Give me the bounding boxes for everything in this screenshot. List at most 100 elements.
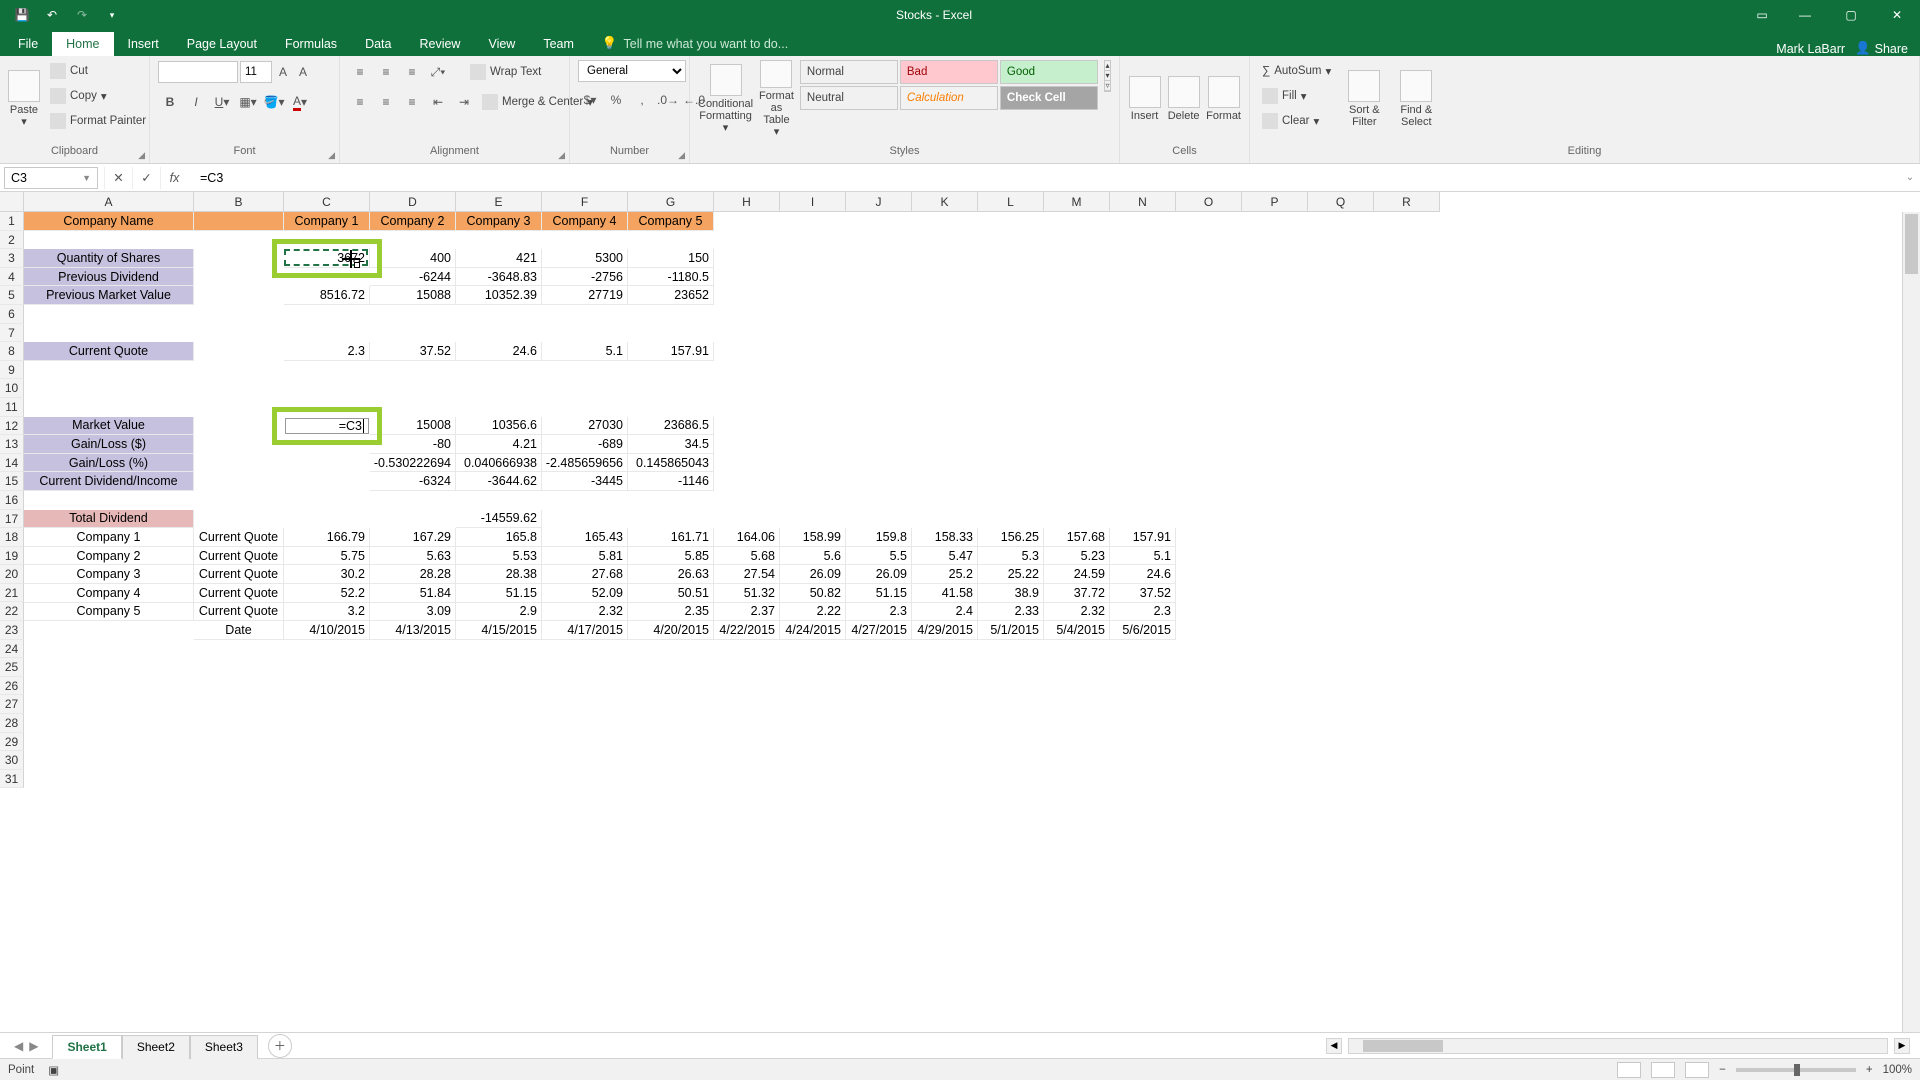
new-sheet-button[interactable]: ＋ [268,1034,292,1058]
cell-E5[interactable]: 10352.39 [456,286,542,305]
cell-D8[interactable]: 37.52 [370,342,456,361]
cell-E4[interactable]: -3648.83 [456,268,542,287]
style-neutral[interactable]: Neutral [800,86,898,110]
cell-E8[interactable]: 24.6 [456,342,542,361]
cell-H21[interactable]: 51.32 [714,584,780,603]
name-box[interactable]: C3▼ [4,167,98,189]
cell-G14[interactable]: 0.145865043 [628,454,714,473]
font-name-combo[interactable] [158,61,238,83]
cell-D13[interactable]: -80 [370,435,456,454]
style-good[interactable]: Good [1000,60,1098,84]
comma-icon[interactable]: , [630,89,654,111]
cell-A22[interactable]: Company 5 [24,603,194,622]
align-left-icon[interactable]: ≡ [348,91,372,113]
bold-button[interactable]: B [158,91,182,113]
sort-filter-button[interactable]: Sort & Filter [1341,60,1387,138]
cell-G23[interactable]: 4/20/2015 [628,621,714,640]
row-header-22[interactable]: 22 [0,602,24,621]
row-header-20[interactable]: 20 [0,565,24,584]
align-middle-icon[interactable]: ≡ [374,61,398,83]
cell-N19[interactable]: 5.1 [1110,547,1176,566]
row-header-24[interactable]: 24 [0,640,24,659]
zoom-slider[interactable] [1736,1068,1856,1072]
row-header-23[interactable]: 23 [0,621,24,640]
expand-formula-bar-icon[interactable]: ⌄ [1900,172,1920,183]
insert-cells-button[interactable]: Insert [1128,60,1161,138]
sheet-tab-sheet1[interactable]: Sheet1 [52,1035,121,1059]
worksheet-grid[interactable]: ABCDEFGHIJKLMNOPQR 123456789101112131415… [0,192,1920,1032]
cell-D21[interactable]: 51.84 [370,584,456,603]
save-icon[interactable]: 💾 [8,3,36,27]
row-header-21[interactable]: 21 [0,584,24,603]
share-button[interactable]: 👤 Share [1855,41,1908,56]
col-header-C[interactable]: C [284,192,370,212]
cell-H23[interactable]: 4/22/2015 [714,621,780,640]
row-header-14[interactable]: 14 [0,454,24,473]
delete-cells-button[interactable]: Delete [1167,60,1200,138]
style-check-cell[interactable]: Check Cell [1000,86,1098,110]
cell-G3[interactable]: 150 [628,249,714,268]
row-header-16[interactable]: 16 [0,491,24,510]
format-cells-button[interactable]: Format [1206,60,1241,138]
cell-F14[interactable]: -2.485659656 [542,454,628,473]
cell-F22[interactable]: 2.32 [542,603,628,622]
italic-button[interactable]: I [184,91,208,113]
row-header-31[interactable]: 31 [0,770,24,789]
clear-button[interactable]: Clear ▾ [1258,110,1335,132]
cell-I20[interactable]: 26.09 [780,565,846,584]
formula-input[interactable]: =C3 [194,171,1900,185]
sheet-nav-next-icon[interactable]: ▶ [29,1039,38,1053]
percent-icon[interactable]: % [604,89,628,111]
cell-C20[interactable]: 30.2 [284,565,370,584]
cell-J22[interactable]: 2.3 [846,603,912,622]
cell-I23[interactable]: 4/24/2015 [780,621,846,640]
column-headers[interactable]: ABCDEFGHIJKLMNOPQR [24,192,1440,212]
cell-I19[interactable]: 5.6 [780,547,846,566]
cell-A1[interactable]: Company Name [24,212,194,231]
cell-M23[interactable]: 5/4/2015 [1044,621,1110,640]
row-header-12[interactable]: 12 [0,417,24,436]
cell-M22[interactable]: 2.32 [1044,603,1110,622]
cell-L23[interactable]: 5/1/2015 [978,621,1044,640]
cell-F15[interactable]: -3445 [542,472,628,491]
cell-E12[interactable]: 10356.6 [456,417,542,436]
cell-G18[interactable]: 161.71 [628,528,714,547]
cell-N20[interactable]: 24.6 [1110,565,1176,584]
format-painter-button[interactable]: Format Painter [46,110,150,132]
minimize-button[interactable]: — [1782,0,1828,30]
cell-C22[interactable]: 3.2 [284,603,370,622]
col-header-J[interactable]: J [846,192,912,212]
col-header-P[interactable]: P [1242,192,1308,212]
cell-G12[interactable]: 23686.5 [628,417,714,436]
fill-color-button[interactable]: 🪣▾ [262,91,286,113]
cell-K22[interactable]: 2.4 [912,603,978,622]
autosum-button[interactable]: ∑AutoSum ▾ [1258,60,1335,82]
hscroll-right-icon[interactable]: ▶ [1894,1038,1910,1054]
cell-M18[interactable]: 157.68 [1044,528,1110,547]
tab-file[interactable]: File [4,32,52,56]
cell-N23[interactable]: 5/6/2015 [1110,621,1176,640]
col-header-O[interactable]: O [1176,192,1242,212]
cell-K18[interactable]: 158.33 [912,528,978,547]
cell-G22[interactable]: 2.35 [628,603,714,622]
font-size-combo[interactable] [240,61,272,83]
tab-data[interactable]: Data [351,32,405,56]
cell-E3[interactable]: 421 [456,249,542,268]
row-header-28[interactable]: 28 [0,714,24,733]
page-break-view-button[interactable] [1685,1062,1709,1078]
cell-editor[interactable]: =C3 [285,418,369,435]
cell-F18[interactable]: 165.43 [542,528,628,547]
cell-B18[interactable]: Current Quote [194,528,284,547]
row-header-29[interactable]: 29 [0,733,24,752]
cell-I21[interactable]: 50.82 [780,584,846,603]
cell-L22[interactable]: 2.33 [978,603,1044,622]
cell-H19[interactable]: 5.68 [714,547,780,566]
col-header-N[interactable]: N [1110,192,1176,212]
paste-button[interactable]: Paste ▾ [8,60,40,138]
row-header-19[interactable]: 19 [0,547,24,566]
row-header-1[interactable]: 1 [0,212,24,231]
cell-E1[interactable]: Company 3 [456,212,542,231]
row-header-2[interactable]: 2 [0,231,24,250]
cell-G5[interactable]: 23652 [628,286,714,305]
style-bad[interactable]: Bad [900,60,998,84]
